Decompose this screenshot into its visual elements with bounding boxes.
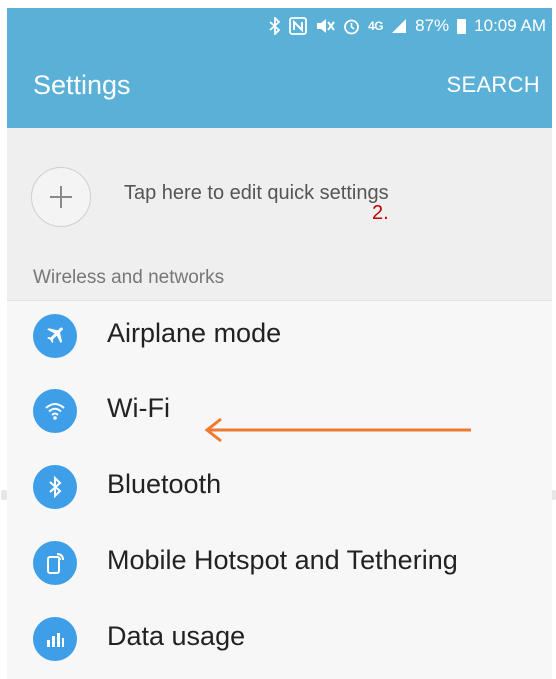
battery-icon	[457, 18, 467, 34]
airplane-icon	[33, 314, 77, 358]
hotspot-icon	[33, 541, 77, 585]
settings-item-label: Mobile Hotspot and Tethering	[107, 545, 458, 575]
bluetooth-icon	[269, 17, 281, 35]
settings-item-bluetooth[interactable]: Bluetooth	[7, 451, 552, 521]
data-usage-icon	[33, 617, 77, 661]
status-bar: 4G 87% 10:09 AM	[269, 14, 546, 38]
quick-settings-bar[interactable]: Tap here to edit quick settings 2.	[7, 128, 552, 258]
step-annotation: 2.	[372, 202, 389, 224]
settings-item-label: Data usage	[107, 621, 246, 651]
app-header: 4G 87% 10:09 AM Settings SEARCH	[7, 8, 552, 128]
add-quick-setting-button[interactable]	[31, 167, 91, 227]
settings-item-label: Bluetooth	[107, 469, 222, 499]
mute-icon	[315, 17, 335, 35]
settings-item-label: Wi-Fi	[107, 393, 170, 423]
battery-percent: 87%	[415, 16, 450, 35]
settings-item-label: Airplane mode	[107, 318, 282, 348]
section-header: Wireless and networks	[7, 257, 552, 301]
page-title: Settings	[33, 70, 131, 100]
wifi-icon	[33, 389, 77, 433]
quick-settings-text: Tap here to edit quick settings	[124, 182, 389, 204]
bluetooth-icon	[33, 465, 77, 509]
signal-icon	[391, 18, 407, 34]
settings-item-airplane-mode[interactable]: Airplane mode	[7, 300, 552, 370]
section-title: Wireless and networks	[33, 267, 225, 288]
phone-screen: 4G 87% 10:09 AM Settings SEARCH Tap here…	[7, 8, 552, 679]
settings-item-mobile-hotspot[interactable]: Mobile Hotspot and Tethering	[7, 527, 552, 597]
alarm-icon	[343, 17, 360, 35]
status-time: 10:09 AM	[474, 16, 546, 35]
lte-icon: 4G	[368, 19, 384, 33]
nfc-icon	[289, 17, 308, 35]
pointer-arrow	[204, 417, 471, 443]
search-button[interactable]: SEARCH	[447, 72, 541, 98]
settings-item-data-usage[interactable]: Data usage	[7, 603, 552, 673]
